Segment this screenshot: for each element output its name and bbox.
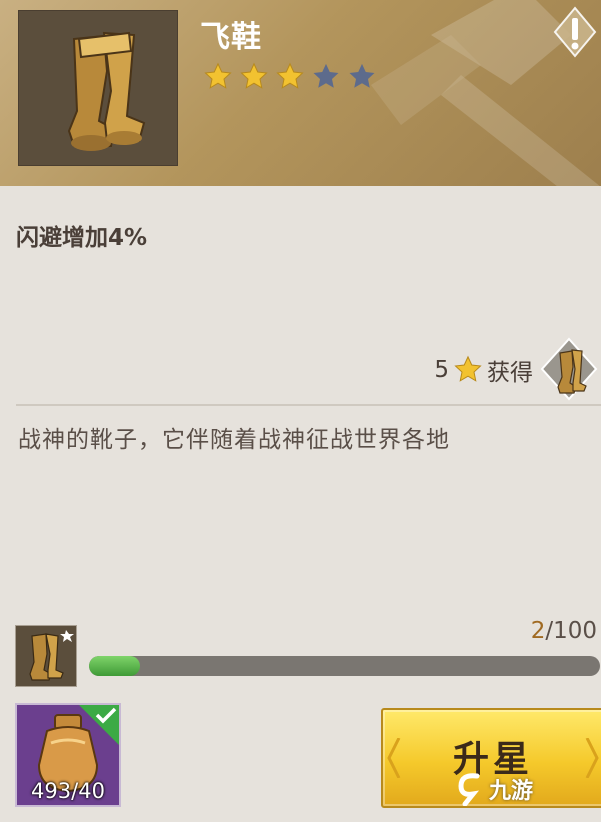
shard-thumbnail[interactable] bbox=[15, 625, 77, 687]
star-icon bbox=[454, 355, 482, 382]
item-portrait bbox=[18, 10, 178, 166]
star-filled-icon bbox=[240, 62, 268, 89]
watermark: 九游 bbox=[455, 772, 533, 806]
material-item-slot[interactable]: 493/40 bbox=[15, 703, 121, 807]
obtain-label: 获得 bbox=[487, 360, 533, 386]
star-filled-icon bbox=[204, 62, 232, 89]
watermark-brand: 九游 bbox=[489, 779, 534, 804]
shard-current: 2 bbox=[530, 618, 546, 644]
shard-progress-bar bbox=[89, 656, 600, 676]
material-count: 493/40 bbox=[31, 779, 105, 803]
divider bbox=[16, 404, 601, 406]
effect-text: 闪避增加4% bbox=[16, 225, 148, 251]
shard-progress-text: 2/100 bbox=[531, 618, 597, 644]
shard-total: /100 bbox=[545, 618, 597, 644]
item-name: 飞鞋 bbox=[200, 20, 262, 55]
boots-shard-icon bbox=[29, 630, 74, 681]
item-description: 战神的靴子，它伴随着战神征战世界各地 bbox=[18, 427, 450, 453]
info-alert-icon[interactable] bbox=[553, 6, 597, 58]
star-filled-icon bbox=[276, 62, 304, 89]
boots-icon bbox=[67, 31, 146, 151]
star-empty-icon bbox=[313, 63, 339, 88]
boots-shard-icon[interactable] bbox=[540, 337, 598, 401]
check-icon bbox=[79, 705, 119, 745]
obtain-star-count: 5 bbox=[434, 357, 449, 383]
shard-progress-fill bbox=[89, 656, 141, 676]
star-rating bbox=[203, 62, 377, 92]
item-header: 飞鞋 bbox=[0, 0, 601, 186]
star-empty-icon bbox=[349, 63, 375, 88]
obtain-info: 5 获得 bbox=[434, 353, 533, 387]
nine-game-logo-icon bbox=[458, 773, 480, 806]
